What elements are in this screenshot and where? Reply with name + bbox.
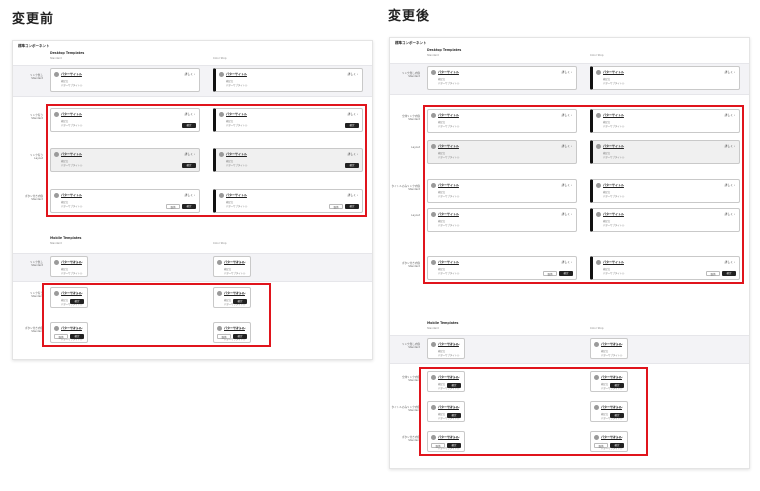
- row-label: タイトルのみリンク内容 Standard: [391, 406, 420, 413]
- row-label-type: Standard: [408, 439, 420, 443]
- mobile-section-title: Mobile Templates: [427, 321, 459, 325]
- card-subtext: パターサブタイトル: [61, 272, 83, 275]
- row-label: Layout: [411, 214, 420, 217]
- highlight-box-desktop: [423, 105, 744, 284]
- highlight-box-mobile: [42, 283, 271, 347]
- column-header-color-stop: Color Stop: [590, 54, 604, 57]
- card-subtext: パターサブタイトル: [601, 354, 623, 357]
- row-label-type: Standard: [408, 188, 420, 192]
- template-card: パターサイトル 詳しく › 補足文 パターサブタイトル: [427, 338, 465, 359]
- desktop-section-title: Desktop Templates: [50, 51, 85, 55]
- row-label-type: Standard: [31, 330, 43, 334]
- column-header-color-stop: Color Stop: [213, 242, 227, 245]
- avatar-icon: [219, 72, 224, 77]
- row-label-type: Layout: [34, 157, 43, 161]
- row-label: ボタン付き内容 Standard: [402, 436, 420, 443]
- card-subtext: パターサブタイトル: [438, 354, 460, 357]
- avatar-icon: [596, 70, 601, 75]
- card-title: パターサイトル: [438, 70, 459, 74]
- column-header-standard: Standard: [427, 327, 439, 330]
- column-header-color-stop: Color Stop: [590, 327, 604, 330]
- column-header-standard: Standard: [427, 54, 439, 57]
- row-label: タイトルのみリンク内容 Standard: [391, 185, 420, 192]
- row-label-type: Standard: [31, 117, 43, 121]
- card-subtext: パターサブタイトル: [603, 82, 625, 85]
- row-label-type: Layout: [411, 214, 420, 217]
- column-header-standard: Standard: [50, 57, 62, 60]
- template-card: パターサイトル 詳しく › 補足文 パターサブタイトル: [50, 256, 88, 277]
- template-card: パターサイトル 詳しく › 補足文 パターサブタイトル: [427, 66, 577, 90]
- after-heading: 変更後: [388, 9, 431, 24]
- card-action-link[interactable]: 詳しく ›: [185, 72, 195, 76]
- mobile-section-title: Mobile Templates: [50, 236, 82, 240]
- card-subtext: パターサブタイトル: [438, 82, 460, 85]
- column-header-standard: Standard: [50, 242, 62, 245]
- panel-title: 標準コンポーネント: [18, 44, 50, 48]
- row-label-type: Standard: [408, 379, 420, 383]
- card-action-link[interactable]: 詳しく ›: [613, 342, 623, 346]
- card-title: パターサイトル: [61, 72, 82, 76]
- template-card: パターサイトル 詳しく › 補足文 パターサブタイトル: [213, 68, 363, 92]
- row-label: リンク有り Standard: [30, 114, 43, 121]
- row-label-type: Layout: [411, 146, 420, 149]
- avatar-icon: [54, 72, 59, 77]
- card-action-link[interactable]: 詳しく ›: [236, 260, 246, 264]
- template-card: パターサイトル 詳しく › 補足文 パターサブタイトル: [590, 338, 628, 359]
- avatar-icon: [54, 260, 59, 265]
- row-label-type: Standard: [408, 346, 420, 350]
- row-label-type: Standard: [31, 77, 43, 81]
- template-card: パターサイトル 詳しく › 補足文 パターサブタイトル: [590, 66, 740, 90]
- template-card: パターサイトル 詳しく › 補足文 パターサブタイトル: [50, 68, 200, 92]
- before-heading: 変更前: [12, 12, 55, 27]
- row-label: リンク無し内容 Standard: [402, 343, 420, 350]
- row-label-type: Standard: [408, 265, 420, 269]
- panel-title: 標準コンポーネント: [395, 41, 427, 45]
- before-panel: 標準コンポーネント Desktop Templates Standard Color …: [12, 40, 373, 360]
- template-card: パターサイトル 詳しく › 補足文 パターサブタイトル: [213, 256, 251, 277]
- after-panel: 標準コンポーネント Desktop Templates Standard Color …: [389, 37, 750, 469]
- desktop-section-title: Desktop Templates: [427, 48, 462, 52]
- row-label: リンク有り Layout: [30, 154, 43, 161]
- avatar-icon: [431, 342, 436, 347]
- avatar-icon: [594, 342, 599, 347]
- row-label-type: Standard: [408, 75, 420, 79]
- card-title: パターサイトル: [226, 72, 247, 76]
- avatar-icon: [431, 70, 436, 75]
- card-subtext: パターサブタイトル: [224, 272, 246, 275]
- column-header-color-stop: Color Stop: [213, 57, 227, 60]
- row-label-type: Standard: [31, 198, 43, 202]
- highlight-box-desktop: [46, 104, 367, 217]
- row-label: 全体リンク内容 Standard: [402, 376, 420, 383]
- highlight-box-mobile: [419, 367, 648, 456]
- card-subtext: パターサブタイトル: [226, 84, 248, 87]
- row-label: ボタン付き内容 Standard: [25, 327, 43, 334]
- card-action-link[interactable]: 詳しく ›: [73, 260, 83, 264]
- card-title: パターサイトル: [603, 70, 624, 74]
- card-action-link[interactable]: 詳しく ›: [450, 342, 460, 346]
- row-label: ボタン付き内容 Standard: [25, 195, 43, 202]
- row-label-type: Standard: [31, 264, 43, 268]
- row-label: リンク無し内容 Standard: [402, 72, 420, 79]
- row-label-type: Standard: [408, 409, 420, 413]
- row-label: ボタン付き内容 Standard: [402, 262, 420, 269]
- row-label: Layout: [411, 146, 420, 149]
- row-label: 全体リンク内容 Standard: [402, 115, 420, 122]
- card-action-link[interactable]: 詳しく ›: [562, 70, 572, 74]
- row-label: リンク無し Standard: [30, 74, 43, 81]
- avatar-icon: [217, 260, 222, 265]
- card-subtext: パターサブタイトル: [61, 84, 83, 87]
- card-action-link[interactable]: 詳しく ›: [348, 72, 358, 76]
- card-action-link[interactable]: 詳しく ›: [725, 70, 735, 74]
- row-label-type: Standard: [408, 118, 420, 122]
- row-label: リンク無し Standard: [30, 261, 43, 268]
